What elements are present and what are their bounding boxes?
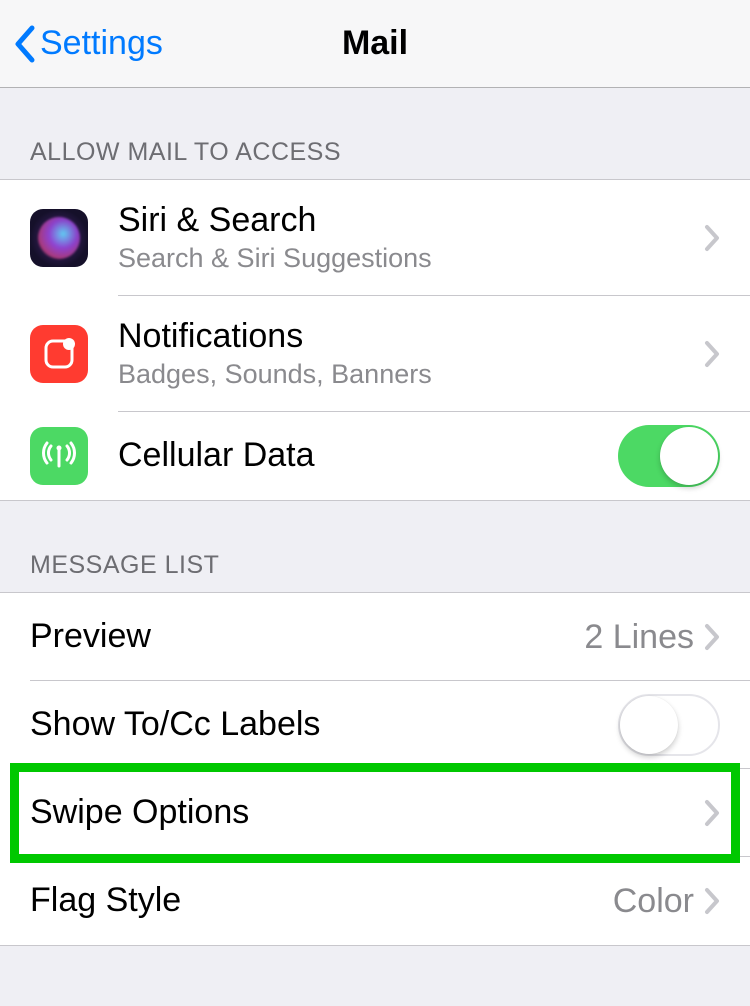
navbar: Settings Mail [0,0,750,88]
row-title: Flag Style [30,881,613,920]
row-title: Cellular Data [118,436,618,475]
section-header-allow-access: Allow Mail to Access [0,88,750,179]
notifications-icon [30,325,88,383]
row-preview[interactable]: Preview 2 Lines [0,593,750,681]
cellular-icon [30,427,88,485]
row-show-tocc[interactable]: Show To/Cc Labels [0,681,750,769]
chevron-right-icon [704,224,720,252]
siri-icon [30,209,88,267]
row-siri-search[interactable]: Siri & Search Search & Siri Suggestions [0,180,750,296]
row-subtitle: Badges, Sounds, Banners [118,358,704,392]
tocc-toggle[interactable] [618,694,720,756]
row-value: Color [613,882,694,921]
row-subtitle: Search & Siri Suggestions [118,242,704,276]
chevron-right-icon [704,623,720,651]
chevron-right-icon [704,799,720,827]
row-title: Swipe Options [30,793,704,832]
section-header-message-list: Message List [0,501,750,592]
chevron-right-icon [704,340,720,368]
row-title: Siri & Search [118,201,704,240]
row-swipe-options[interactable]: Swipe Options [0,769,750,857]
row-flag-style[interactable]: Flag Style Color [0,857,750,945]
row-title: Notifications [118,317,704,356]
back-label: Settings [40,24,163,63]
section-message-list: Preview 2 Lines Show To/Cc Labels Swipe … [0,592,750,946]
chevron-left-icon [12,24,36,64]
back-button[interactable]: Settings [0,24,163,64]
row-value: 2 Lines [584,618,694,657]
row-title: Preview [30,617,584,656]
cellular-toggle[interactable] [618,425,720,487]
row-notifications[interactable]: Notifications Badges, Sounds, Banners [0,296,750,412]
section-allow-access: Siri & Search Search & Siri Suggestions … [0,179,750,501]
row-title: Show To/Cc Labels [30,705,618,744]
row-cellular-data[interactable]: Cellular Data [0,412,750,500]
chevron-right-icon [704,887,720,915]
